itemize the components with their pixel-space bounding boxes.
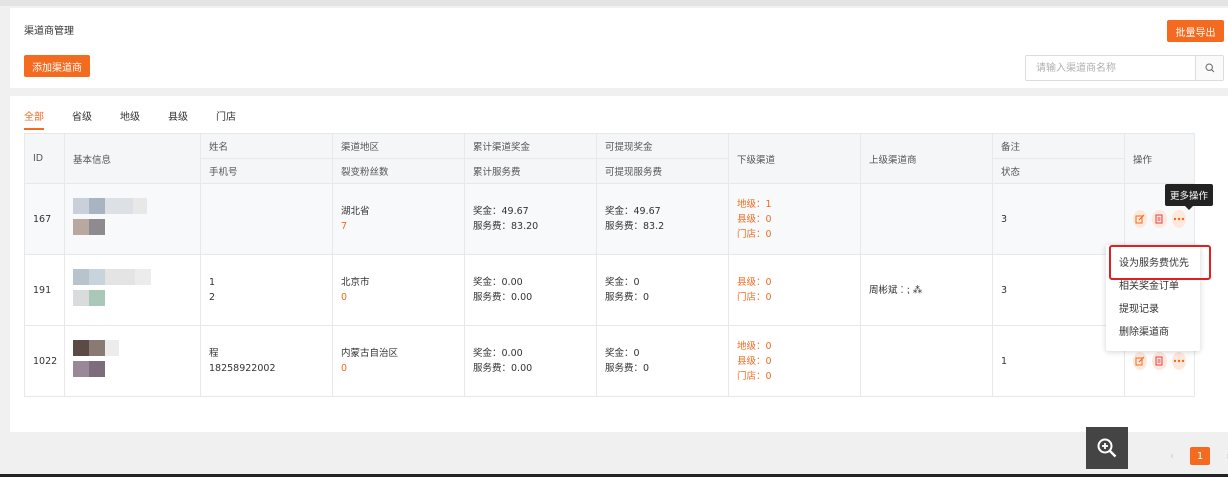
- col-fans: 裂变粉丝数: [332, 158, 465, 184]
- fee-avail-value: 服务费：83.2: [605, 221, 665, 232]
- more-dots-icon: [1173, 359, 1185, 363]
- upper-value: [860, 325, 993, 397]
- fee-avail-value: 服务费：0: [605, 363, 650, 374]
- col-reward-avail: 可提现奖金: [596, 133, 729, 159]
- tab-province[interactable]: 省级: [72, 108, 92, 130]
- phone-value: 2: [209, 292, 216, 303]
- detail-button[interactable]: [1152, 352, 1167, 370]
- region-value: 北京市: [341, 277, 370, 288]
- search-box: [1025, 55, 1224, 81]
- search-input[interactable]: [1026, 56, 1195, 80]
- phone-value: 18258922002: [209, 363, 276, 374]
- col-info: 基本信息: [64, 133, 201, 184]
- more-button[interactable]: [1171, 352, 1186, 370]
- col-lower: 下级渠道: [728, 133, 861, 184]
- col-upper: 上级渠道商: [860, 133, 993, 184]
- avatar: [64, 254, 201, 326]
- upper-value: 周彬斌 ⁚ ⁏ ⁂: [860, 254, 993, 326]
- name-value: 1: [209, 277, 216, 288]
- more-actions-tooltip: 更多操作: [1165, 184, 1213, 210]
- fans-value: 7: [341, 221, 348, 232]
- prev-page-button[interactable]: ‹: [1162, 447, 1182, 465]
- lower-county: 县级：0: [737, 277, 772, 288]
- fee-value: 服务费：0.00: [473, 292, 533, 303]
- col-reward-total: 累计渠道奖金: [464, 133, 597, 159]
- more-dots-icon: [1173, 217, 1185, 221]
- document-icon: [1155, 356, 1163, 366]
- region-value: 湖北省: [341, 206, 370, 217]
- highlight-box: [1109, 245, 1211, 280]
- pagination: ‹ 1 ›: [1162, 447, 1228, 465]
- region-value: 内蒙古自治区: [341, 348, 399, 359]
- col-name: 姓名: [200, 133, 333, 159]
- lower-county: 县级：0: [737, 213, 772, 225]
- name-value: 程: [209, 348, 219, 359]
- header-card: 渠道商管理 批量导出 添加渠道商: [10, 8, 1228, 88]
- col-status: 状态: [992, 158, 1125, 184]
- row-id: 191: [24, 254, 65, 326]
- upper-value: [860, 183, 993, 255]
- next-page-button[interactable]: ›: [1218, 447, 1228, 465]
- current-page[interactable]: 1: [1190, 447, 1210, 465]
- reward-value: 奖金：0.00: [473, 277, 523, 288]
- lower-store: 门店：0: [737, 228, 772, 240]
- tab-county[interactable]: 县级: [168, 108, 188, 130]
- lower-county: 县级：0: [737, 355, 772, 367]
- table-row: 1022 程 18258922002 内蒙古自治区 0 奖金：0.00 服务费：0.0…: [24, 325, 1195, 397]
- channel-table: ID 基本信息 姓名 渠道地区 累计渠道奖金 可提现奖金 下级渠道 上级渠道商 …: [24, 133, 1195, 397]
- main-card: 全部 省级 地级 县级 门店 ID 基本信息 姓名 渠道地区 累计渠道奖金 可提…: [10, 96, 1228, 432]
- more-button[interactable]: [1171, 210, 1186, 228]
- reward-avail-value: 奖金：49.67: [605, 206, 661, 217]
- col-phone: 手机号: [200, 158, 333, 184]
- reward-value: 奖金：0.00: [473, 348, 523, 359]
- row-id: 1022: [24, 325, 65, 397]
- col-fee-avail: 可提现服务费: [596, 158, 729, 184]
- col-fee-total: 累计服务费: [464, 158, 597, 184]
- fans-value: 0: [341, 292, 348, 303]
- avatar: [64, 325, 201, 397]
- edit-button[interactable]: [1133, 210, 1148, 228]
- lower-store: 门店：0: [737, 292, 772, 303]
- menu-item-withdraw-records[interactable]: 提现记录: [1106, 298, 1200, 321]
- reward-avail-value: 奖金：0: [605, 348, 640, 359]
- status-value: 3: [992, 254, 1125, 326]
- fee-avail-value: 服务费：0: [605, 292, 650, 303]
- status-value: 1: [992, 325, 1125, 397]
- col-id: ID: [24, 133, 65, 184]
- lower-city: 地级：0: [737, 340, 772, 352]
- lower-store: 门店：0: [737, 370, 772, 382]
- search-button[interactable]: [1195, 56, 1223, 80]
- fans-value: 0: [341, 363, 348, 374]
- edit-icon: [1135, 214, 1145, 224]
- batch-export-button[interactable]: 批量导出: [1167, 20, 1224, 42]
- edit-icon: [1135, 356, 1145, 366]
- reward-avail-value: 奖金：0: [605, 277, 640, 288]
- avatar: [64, 183, 201, 255]
- status-value: 3: [992, 183, 1125, 255]
- lower-city: 地级：1: [737, 198, 772, 210]
- fee-value: 服务费：83.20: [473, 221, 539, 232]
- top-strip: [0, 0, 1228, 6]
- tab-bar: 全部 省级 地级 县级 门店: [24, 108, 264, 130]
- row-id: 167: [24, 183, 65, 255]
- zoom-in-button[interactable]: [1086, 427, 1128, 469]
- zoom-in-icon: [1097, 438, 1117, 458]
- tab-all[interactable]: 全部: [24, 108, 44, 130]
- col-region: 渠道地区: [332, 133, 465, 159]
- col-ops: 操作: [1124, 133, 1195, 184]
- document-icon: [1155, 214, 1163, 224]
- fee-value: 服务费：0.00: [473, 363, 533, 374]
- page-title: 渠道商管理: [24, 26, 74, 37]
- detail-button[interactable]: [1152, 210, 1167, 228]
- add-channel-button[interactable]: 添加渠道商: [24, 55, 90, 77]
- table-row: 167 湖北省 7 奖金：49.67 服务费：83.20 奖金：49.67 服务费：8…: [24, 183, 1195, 255]
- col-remark: 备注: [992, 133, 1125, 159]
- edit-button[interactable]: [1133, 352, 1148, 370]
- tab-store[interactable]: 门店: [216, 108, 236, 130]
- reward-value: 奖金：49.67: [473, 206, 529, 217]
- tab-city[interactable]: 地级: [120, 108, 140, 130]
- menu-item-delete-channel[interactable]: 删除渠道商: [1106, 321, 1200, 344]
- search-icon: [1204, 63, 1214, 73]
- table-row: 191 1 2 北京市 0 奖金：0.00 服务费：0.00 奖金：0 服务费：0 县级…: [24, 254, 1195, 326]
